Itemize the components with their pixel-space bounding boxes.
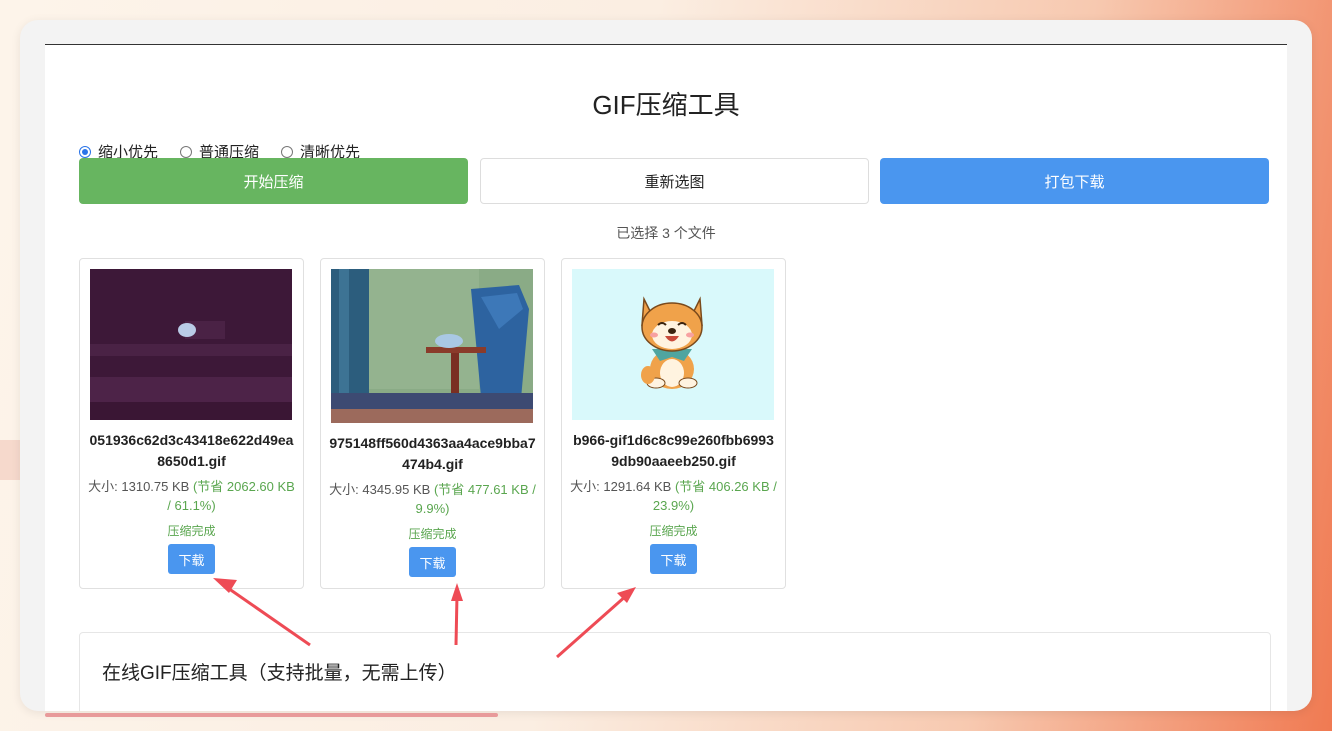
file-card: b966-gif1d6c8c99e260fbb69939db90aaeeb250… [561, 258, 786, 589]
status-text: 压缩完成 [408, 527, 457, 541]
download-button[interactable]: 下载 [168, 544, 215, 574]
info-title: 在线GIF压缩工具（支持批量，无需上传） [102, 663, 457, 684]
file-size: 大小: 4345.95 KB (节省 477.61 KB / 9.9%) [329, 480, 536, 518]
gif-thumbnail [331, 269, 533, 423]
download-button[interactable]: 下载 [409, 547, 456, 577]
file-size: 大小: 1291.64 KB (节省 406.26 KB / 23.9%) [570, 477, 777, 515]
radio-checked-icon[interactable] [79, 145, 91, 158]
radio-unchecked-icon[interactable] [180, 145, 193, 158]
page-title: GIF压缩工具 [592, 90, 740, 120]
size-value: 大小: 1310.75 KB [88, 479, 190, 494]
status-text: 压缩完成 [649, 524, 698, 538]
saved-value: (节省 477.61 KB / 9.9%) [415, 482, 536, 516]
start-compress-button[interactable]: 开始压缩 [79, 158, 468, 204]
info-panel: 在线GIF压缩工具（支持批量，无需上传） [79, 632, 1271, 711]
file-card: 975148ff560d4363aa4ace9bba7474b4.gif 大小:… [320, 258, 545, 589]
size-value: 大小: 4345.95 KB [329, 482, 431, 497]
size-value: 大小: 1291.64 KB [570, 479, 672, 494]
file-count-text: 已选择 3 个文件 [616, 225, 716, 241]
gif-thumbnail [572, 269, 774, 420]
download-button[interactable]: 下载 [650, 544, 697, 574]
file-size: 大小: 1310.75 KB (节省 2062.60 KB / 61.1%) [88, 477, 295, 515]
horizontal-scrollbar[interactable] [45, 713, 498, 717]
gif-thumbnail [90, 269, 292, 420]
reselect-images-button[interactable]: 重新选图 [480, 158, 869, 204]
file-card: 051936c62d3c43418e622d49ea8650d1.gif 大小:… [79, 258, 304, 589]
file-name: b966-gif1d6c8c99e260fbb69939db90aaeeb250… [573, 432, 774, 469]
file-name: 051936c62d3c43418e622d49ea8650d1.gif [89, 432, 294, 469]
status-text: 压缩完成 [167, 524, 216, 538]
page-content: GIF压缩工具 缩小优先 普通压缩 清晰优先 开始压缩 重新选图 打包下载 已选… [45, 44, 1287, 711]
saved-value: (节省 406.26 KB / 23.9%) [652, 479, 777, 513]
browser-window: GIF压缩工具 缩小优先 普通压缩 清晰优先 开始压缩 重新选图 打包下载 已选… [20, 20, 1312, 711]
pack-download-button[interactable]: 打包下载 [880, 158, 1269, 204]
file-name: 975148ff560d4363aa4ace9bba7474b4.gif [329, 435, 536, 472]
radio-unchecked-icon[interactable] [281, 145, 294, 158]
